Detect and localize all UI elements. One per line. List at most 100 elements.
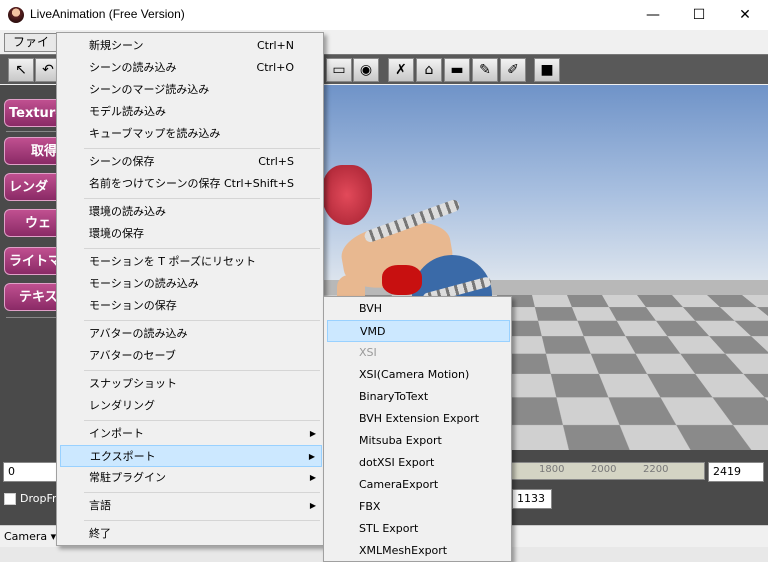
video-camera-icon[interactable]: ■: [534, 58, 560, 82]
menu-item-load-motion[interactable]: モーションの読み込み: [60, 273, 322, 295]
camera-dropdown[interactable]: Camera ▾: [4, 530, 56, 543]
export-item-bvh-extension-export[interactable]: BVH Extension Export: [327, 408, 510, 430]
menu-item-shortcut: Ctrl+S: [258, 155, 294, 168]
menu-item-load-avatar[interactable]: アバターの読み込み: [60, 323, 322, 345]
menu-item-load-cubemap[interactable]: キューブマップを読み込み: [60, 123, 322, 145]
sidebar-item-render[interactable]: レンダ: [4, 173, 64, 201]
screen-icon[interactable]: ▭: [326, 58, 352, 82]
close-button[interactable]: ✕: [722, 0, 768, 30]
menu-item-resident-plugin[interactable]: 常駐プラグイン ▶: [60, 467, 322, 489]
menu-item-rendering[interactable]: レンダリング: [60, 395, 322, 417]
menu-item-label: アバターの読み込み: [89, 327, 188, 340]
menu-item-label: 名前をつけてシーンの保存: [89, 177, 221, 190]
menu-item-new-scene[interactable]: 新規シーン Ctrl+N: [60, 35, 322, 57]
menu-separator: [84, 520, 320, 521]
house-icon[interactable]: ⌂: [416, 58, 442, 82]
export-item-xmlmeshexport[interactable]: XMLMeshExport: [327, 540, 510, 562]
menu-item-label: モーションの保存: [89, 299, 177, 312]
app-window: LiveAnimation (Free Version) — ☐ ✕ ファイル …: [0, 0, 768, 562]
submenu-arrow-icon: ▶: [308, 452, 315, 461]
menu-item-merge-scene[interactable]: シーンのマージ読み込み: [60, 79, 322, 101]
menu-item-label: シーンの保存: [89, 155, 155, 168]
sidebar-item-texture[interactable]: Texture: [4, 99, 64, 127]
timeline-ruler[interactable]: 1800 2000 2200: [510, 462, 705, 480]
menu-item-exit[interactable]: 終了: [60, 523, 322, 545]
current-frame-input[interactable]: 1133: [512, 489, 552, 509]
landscape-icon[interactable]: ▬: [444, 58, 470, 82]
menu-item-snapshot[interactable]: スナップショット: [60, 373, 322, 395]
minimize-button[interactable]: —: [630, 0, 676, 30]
menu-item-shortcut: Ctrl+N: [256, 39, 294, 52]
menu-item-shortcut: Ctrl+Shift+S: [224, 177, 294, 190]
submenu-arrow-icon: ▶: [309, 473, 316, 482]
sidebar: Texture 取得 レンダ ウェ ライトマ テキス: [0, 85, 64, 450]
menu-item-label: BVH: [359, 302, 383, 315]
frame-end-input[interactable]: 2419: [708, 462, 764, 482]
menu-item-label: アバターのセーブ: [89, 349, 176, 362]
export-item-xsi: XSI: [327, 342, 510, 364]
sidebar-item-web[interactable]: ウェ: [4, 209, 64, 237]
menu-item-label: インポート: [89, 427, 144, 440]
export-item-xsi-camera-motion[interactable]: XSI(Camera Motion): [327, 364, 510, 386]
export-item-vmd[interactable]: VMD: [327, 320, 510, 342]
menu-item-label: 新規シーン: [89, 39, 144, 52]
sidebar-item-lightmap[interactable]: ライトマ: [4, 247, 64, 275]
menu-item-import[interactable]: インポート ▶: [60, 423, 322, 445]
timeline-tick: 2000: [591, 464, 617, 475]
menu-separator: [84, 370, 320, 371]
brush-icon[interactable]: ✐: [500, 58, 526, 82]
menu-separator: [84, 420, 320, 421]
menu-item-label: dotXSI Export: [359, 456, 435, 469]
menu-item-label: シーンの読み込み: [89, 61, 177, 74]
menu-item-export[interactable]: エクスポート ▶: [60, 445, 322, 467]
menu-item-save-avatar[interactable]: アバターのセーブ: [60, 345, 322, 367]
timeline-tick: 2200: [643, 464, 669, 475]
dropframe-checkbox[interactable]: DropFra: [4, 492, 63, 505]
menu-item-save-motion[interactable]: モーションの保存: [60, 295, 322, 317]
timeline-tick: 1800: [539, 464, 565, 475]
menu-item-label: BinaryToText: [359, 390, 429, 403]
menu-item-save-scene[interactable]: シーンの保存 Ctrl+S: [60, 151, 322, 173]
menu-separator: [84, 148, 320, 149]
menu-item-label: CameraExport: [359, 478, 439, 491]
paint-icon[interactable]: ✎: [472, 58, 498, 82]
app-logo-icon: [8, 7, 24, 23]
menu-item-label: Mitsuba Export: [359, 434, 442, 447]
menu-item-language[interactable]: 言語 ▶: [60, 495, 322, 517]
export-item-stl-export[interactable]: STL Export: [327, 518, 510, 540]
submenu-arrow-icon: ▶: [309, 501, 316, 510]
export-item-dotxsi-export[interactable]: dotXSI Export: [327, 452, 510, 474]
menu-item-load-model[interactable]: モデル読み込み: [60, 101, 322, 123]
menu-item-label: 環境の読み込み: [89, 205, 166, 218]
export-item-cameraexport[interactable]: CameraExport: [327, 474, 510, 496]
record-icon[interactable]: ◉: [353, 58, 379, 82]
export-item-binarytotext[interactable]: BinaryToText: [327, 386, 510, 408]
menu-item-save-environment[interactable]: 環境の保存: [60, 223, 322, 245]
menu-item-label: XSI(Camera Motion): [359, 368, 470, 381]
menu-item-save-scene-as[interactable]: 名前をつけてシーンの保存 Ctrl+Shift+S: [60, 173, 322, 195]
menu-item-label: レンダリング: [89, 399, 155, 412]
menu-item-shortcut: Ctrl+O: [256, 61, 294, 74]
file-menu: 新規シーン Ctrl+N シーンの読み込み Ctrl+O シーンのマージ読み込み モデル読…: [56, 32, 324, 546]
menu-item-label: 環境の保存: [89, 227, 144, 240]
export-item-mitsuba-export[interactable]: Mitsuba Export: [327, 430, 510, 452]
menu-item-label: FBX: [359, 500, 381, 513]
sidebar-item-text[interactable]: テキス: [4, 283, 64, 311]
export-submenu: BVH VMD XSI XSI(Camera Motion) BinaryToText B…: [323, 296, 512, 562]
checkbox-box[interactable]: [4, 493, 16, 505]
menu-item-load-environment[interactable]: 環境の読み込み: [60, 201, 322, 223]
export-item-fbx[interactable]: FBX: [327, 496, 510, 518]
sidebar-item-get[interactable]: 取得: [4, 137, 64, 165]
figure-pose-icon[interactable]: ✗: [388, 58, 414, 82]
menu-item-label: XSI: [359, 346, 377, 359]
menu-item-label: シーンのマージ読み込み: [89, 83, 210, 96]
frame-start-input[interactable]: 0: [3, 462, 59, 482]
menu-item-label: モデル読み込み: [89, 105, 166, 118]
model-top: [382, 265, 422, 295]
menu-item-reset-tpose[interactable]: モーションを T ポーズにリセット: [60, 251, 322, 273]
select-arrow-icon[interactable]: ↖: [8, 58, 34, 82]
menu-file[interactable]: ファイル: [4, 33, 58, 66]
maximize-button[interactable]: ☐: [676, 0, 722, 30]
menu-item-load-scene[interactable]: シーンの読み込み Ctrl+O: [60, 57, 322, 79]
export-item-bvh[interactable]: BVH: [327, 298, 510, 320]
